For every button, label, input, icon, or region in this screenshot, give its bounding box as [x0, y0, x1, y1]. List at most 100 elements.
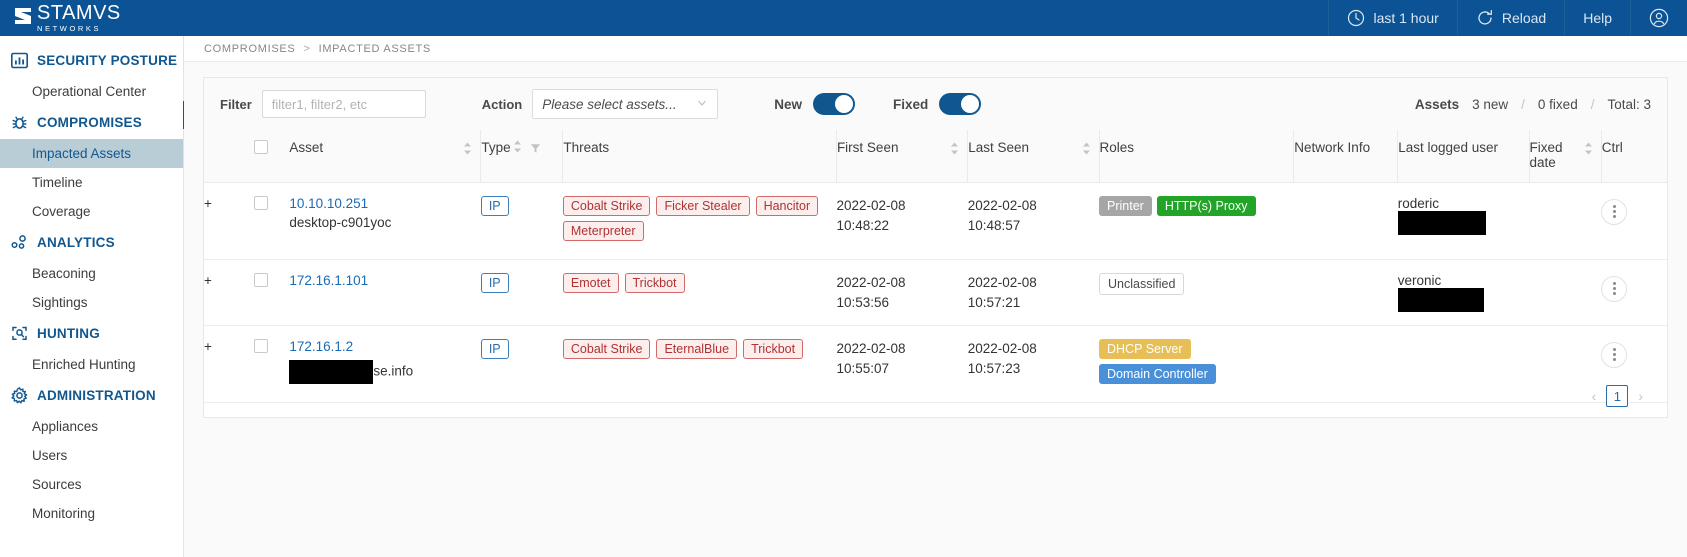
- sidebar-group-hunting[interactable]: HUNTING: [0, 317, 183, 350]
- last-logged-user-text: roderic: [1397, 196, 1439, 211]
- account-button[interactable]: [1630, 0, 1687, 36]
- asset-ip-link[interactable]: 10.10.10.251: [289, 196, 472, 211]
- sidebar-item-sightings[interactable]: Sightings: [0, 288, 183, 317]
- table-row[interactable]: + 172.16.1.2 se.info IP Cobalt Strike Et…: [204, 325, 1667, 404]
- pagination-next[interactable]: ›: [1638, 388, 1643, 404]
- last-seen-date: 2022-02-08: [967, 198, 1037, 213]
- row-expand-toggle[interactable]: +: [204, 325, 246, 404]
- row-select-cell: [245, 325, 290, 404]
- row-roles-cell: Printer HTTP(s) Proxy: [1099, 182, 1294, 260]
- th-asset[interactable]: Asset: [289, 130, 481, 183]
- sidebar-item-operational-center[interactable]: Operational Center: [0, 77, 183, 106]
- threat-chip[interactable]: Trickbot: [743, 339, 804, 360]
- row-menu-button[interactable]: [1601, 275, 1628, 302]
- type-chip[interactable]: IP: [480, 339, 509, 360]
- main-content: COMPROMISES > IMPACTED ASSETS Filter Act…: [184, 36, 1687, 557]
- action-select[interactable]: Please select assets...: [532, 89, 719, 119]
- threat-chip[interactable]: Cobalt Strike: [562, 339, 651, 360]
- threat-chip[interactable]: Ficker Stealer: [656, 196, 750, 216]
- sidebar-item-impacted-assets[interactable]: Impacted Assets: [0, 139, 183, 168]
- role-chip[interactable]: Printer: [1099, 196, 1152, 216]
- threat-chip[interactable]: EternalBlue: [656, 339, 738, 360]
- threat-chip[interactable]: Cobalt Strike: [562, 196, 651, 216]
- sidebar-item-enriched-hunting[interactable]: Enriched Hunting: [0, 350, 183, 379]
- select-all-checkbox[interactable]: [253, 140, 268, 154]
- table-row[interactable]: + 10.10.10.251 desktop-c901yoc IP Cobalt…: [204, 182, 1667, 260]
- role-chip[interactable]: DHCP Server: [1099, 339, 1191, 360]
- help-button[interactable]: Help: [1564, 0, 1630, 36]
- th-last-logged-user-label: Last logged user: [1398, 140, 1499, 155]
- time-range-button[interactable]: last 1 hour: [1328, 0, 1456, 36]
- sidebar-group-compromises[interactable]: COMPROMISES: [0, 106, 183, 139]
- row-expand-toggle[interactable]: +: [204, 259, 246, 327]
- filter-input[interactable]: [261, 90, 426, 118]
- threat-chip[interactable]: Hancitor: [755, 196, 819, 216]
- brand-logo[interactable]: STAMVS NETWORKS: [0, 0, 184, 36]
- row-threats-cell: Cobalt Strike EternalBlue Trickbot: [562, 325, 837, 404]
- sort-icon[interactable]: [1584, 140, 1593, 158]
- row-first-seen-cell: 2022-02-08 10:48:22: [836, 182, 968, 260]
- row-roles-cell: Unclassified: [1099, 259, 1294, 327]
- breadcrumb: COMPROMISES > IMPACTED ASSETS: [184, 36, 1687, 62]
- threat-chip[interactable]: Trickbot: [624, 273, 685, 293]
- th-last-seen[interactable]: Last Seen: [967, 130, 1100, 183]
- role-chip[interactable]: Unclassified: [1099, 273, 1185, 295]
- row-asset-cell: 172.16.1.101: [289, 259, 481, 327]
- sidebar-item-sources[interactable]: Sources: [0, 470, 183, 499]
- row-last-seen-cell: 2022-02-08 10:57:21: [967, 259, 1100, 327]
- chevron-down-icon: [696, 97, 708, 112]
- threat-chip[interactable]: Meterpreter: [562, 221, 644, 241]
- sidebar-group-administration[interactable]: ADMINISTRATION: [0, 379, 183, 412]
- table-row[interactable]: + 172.16.1.101 IP Emotet Trickbot 2022-02: [204, 259, 1667, 327]
- row-expand-toggle[interactable]: +: [204, 182, 246, 260]
- row-menu-button[interactable]: [1601, 341, 1628, 368]
- new-toggle[interactable]: [813, 93, 856, 115]
- sidebar-item-timeline[interactable]: Timeline: [0, 168, 183, 197]
- row-first-seen-cell: 2022-02-08 10:53:56: [836, 259, 968, 327]
- role-chip[interactable]: HTTP(s) Proxy: [1156, 196, 1256, 216]
- sidebar-item-appliances[interactable]: Appliances: [0, 412, 183, 441]
- type-chip[interactable]: IP: [480, 273, 509, 293]
- action-select-value: Please select assets...: [542, 96, 677, 112]
- th-fixed-date[interactable]: Fixed date: [1528, 130, 1602, 183]
- sidebar-group-security-posture[interactable]: SECURITY POSTURE: [0, 44, 183, 77]
- th-ctrl: Ctrl: [1600, 130, 1667, 183]
- pagination-page-1[interactable]: 1: [1606, 385, 1629, 407]
- pagination-prev[interactable]: ‹: [1592, 388, 1597, 404]
- refresh-icon: [1476, 9, 1494, 27]
- row-asset-cell: 10.10.10.251 desktop-c901yoc: [289, 182, 481, 260]
- sidebar-item-coverage[interactable]: Coverage: [0, 197, 183, 226]
- row-checkbox[interactable]: [253, 196, 268, 210]
- sort-icon[interactable]: [950, 140, 959, 158]
- threat-chip[interactable]: Emotet: [562, 273, 619, 293]
- th-type[interactable]: Type: [480, 130, 563, 183]
- first-seen-time: 10:48:22: [836, 217, 889, 233]
- fixed-toggle[interactable]: [939, 93, 982, 115]
- sidebar-group-analytics[interactable]: ANALYTICS: [0, 226, 183, 259]
- sort-icon[interactable]: [513, 140, 522, 156]
- row-menu-button[interactable]: [1601, 198, 1628, 225]
- sidebar-item-users[interactable]: Users: [0, 441, 183, 470]
- sidebar-group-label: ANALYTICS: [37, 235, 115, 250]
- row-checkbox[interactable]: [253, 339, 268, 354]
- sort-icon[interactable]: [1082, 140, 1091, 158]
- reload-button[interactable]: Reload: [1456, 0, 1564, 36]
- filter-icon[interactable]: [530, 140, 541, 157]
- type-chip[interactable]: IP: [480, 196, 509, 216]
- sidebar-item-label: Enriched Hunting: [32, 357, 136, 372]
- sidebar-item-label: Coverage: [32, 204, 91, 219]
- sidebar-item-monitoring[interactable]: Monitoring: [0, 499, 183, 528]
- row-type-cell: IP: [480, 325, 563, 404]
- row-threats-cell: Cobalt Strike Ficker Stealer Hancitor Meter…: [562, 182, 837, 260]
- asset-ip-link[interactable]: 172.16.1.2: [289, 339, 472, 354]
- role-chip[interactable]: Domain Controller: [1099, 364, 1216, 385]
- breadcrumb-parent[interactable]: COMPROMISES: [204, 43, 295, 55]
- sort-icon[interactable]: [463, 140, 472, 158]
- th-first-seen[interactable]: First Seen: [835, 130, 968, 183]
- asset-ip-link[interactable]: 172.16.1.101: [289, 273, 472, 288]
- assets-total-count: Total: 3: [1607, 96, 1651, 112]
- clock-icon: [1347, 9, 1365, 27]
- sidebar-item-beaconing[interactable]: Beaconing: [0, 259, 183, 288]
- row-checkbox[interactable]: [253, 273, 268, 287]
- row-select-cell: [245, 182, 290, 260]
